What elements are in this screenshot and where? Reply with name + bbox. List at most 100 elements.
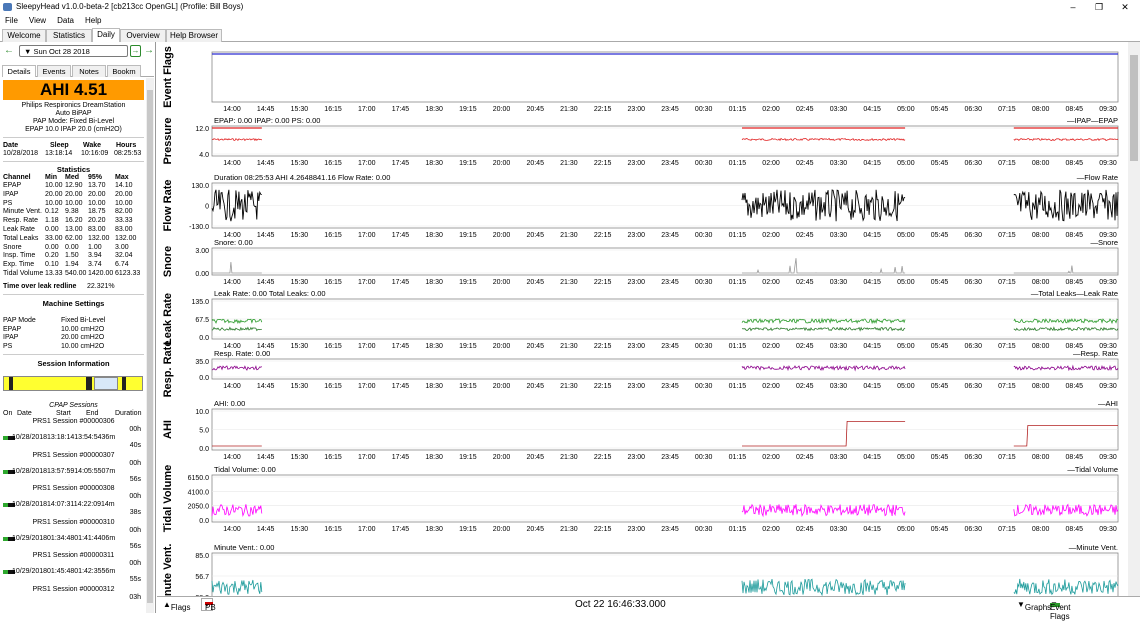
x-tick-label: 00:30 <box>695 526 713 533</box>
graph-title-7: Tidal Volume: 0.00 <box>214 465 276 474</box>
x-tick-label: 16:15 <box>324 383 342 390</box>
x-tick-label: 08:00 <box>1032 383 1050 390</box>
x-tick-label: 06:30 <box>964 106 982 113</box>
sidebar-scrollbar[interactable] <box>146 78 154 613</box>
x-tick-label: 08:00 <box>1032 279 1050 286</box>
subtab-notes[interactable]: Notes <box>72 65 106 77</box>
graph-ytick-3: 3.00 <box>195 248 209 255</box>
menu-view[interactable]: View <box>29 16 46 25</box>
x-tick-label: 09:30 <box>1099 106 1117 113</box>
graph-ytick-8: 85.0 <box>195 553 209 560</box>
session-label[interactable]: PRS1 Session #00000308 <box>3 485 144 493</box>
x-tick-label: 08:00 <box>1032 454 1050 461</box>
x-tick-label: 17:45 <box>392 106 410 113</box>
x-tick-label: 04:15 <box>863 343 881 350</box>
sidebar-scroll-thumb[interactable] <box>147 90 153 603</box>
session-duration-hours: 00h <box>129 493 141 501</box>
session-timeline[interactable] <box>3 376 143 391</box>
tab-overview[interactable]: Overview <box>120 29 166 42</box>
sidebar: ← ▼ Sun Oct 28 2018 → → Details Events N… <box>0 42 156 613</box>
tab-statistics[interactable]: Statistics <box>46 29 92 42</box>
x-tick-label: 20:45 <box>526 232 544 239</box>
graph-ytick-4: 0.0 <box>199 335 209 342</box>
x-tick-label: 00:30 <box>695 343 713 350</box>
timeline-segment <box>122 377 126 390</box>
x-tick-label: 14:00 <box>223 383 241 390</box>
minimize-button[interactable]: – <box>1060 1 1086 13</box>
next-day-button[interactable]: → <box>130 45 141 57</box>
x-tick-label: 09:30 <box>1099 383 1117 390</box>
graph-legend-3: —Snore <box>1090 238 1118 247</box>
subtab-bookmarks[interactable]: Bookm <box>107 65 141 77</box>
x-tick-label: 03:30 <box>830 343 848 350</box>
graph-ytick-2: 0 <box>205 204 209 211</box>
graph-title-2: Duration 08:25:53 AHI 4.2648841.16 Flow … <box>214 173 390 182</box>
x-tick-label: 02:00 <box>762 383 780 390</box>
x-tick-label: 18:30 <box>425 343 443 350</box>
tab-welcome[interactable]: Welcome <box>2 29 46 42</box>
x-tick-label: 22:15 <box>594 106 612 113</box>
graph-title-8: Minute Vent.: 0.00 <box>214 543 274 552</box>
x-tick-label: 14:45 <box>257 454 275 461</box>
graph-ytick-4: 67.5 <box>195 317 209 324</box>
session-label[interactable]: PRS1 Session #00000312 <box>3 586 144 594</box>
menu-data[interactable]: Data <box>57 16 74 25</box>
x-tick-label: 05:00 <box>897 279 915 286</box>
event-flags-dropdown[interactable]: Event Flags ▼ <box>1050 600 1070 621</box>
x-tick-label: 22:15 <box>594 343 612 350</box>
x-tick-label: 21:30 <box>560 454 578 461</box>
graph-ylabel-6: AHI <box>162 420 174 439</box>
prev-day-icon[interactable]: ← <box>4 45 14 57</box>
graph-ylabel-4: Leak Rate <box>162 293 174 345</box>
x-tick-label: 02:00 <box>762 454 780 461</box>
pb-dropdown[interactable]: PB ▾ <box>201 598 216 612</box>
x-tick-label: 14:45 <box>257 232 275 239</box>
today-icon[interactable]: → <box>144 45 154 57</box>
x-tick-label: 15:30 <box>291 383 309 390</box>
tab-help-browser[interactable]: Help Browser <box>166 29 222 42</box>
x-tick-label: 02:45 <box>796 106 814 113</box>
session-label[interactable]: PRS1 Session #00000307 <box>3 452 144 460</box>
x-tick-label: 23:45 <box>661 279 679 286</box>
x-tick-label: 22:15 <box>594 232 612 239</box>
graph-frame-5 <box>211 358 1119 380</box>
cursor-datetime: Oct 22 16:46:33.000 <box>575 599 666 610</box>
date-picker[interactable]: ▼ Sun Oct 28 2018 <box>19 45 128 57</box>
session-label[interactable]: PRS1 Session #00000311 <box>3 552 144 560</box>
tab-daily[interactable]: Daily <box>92 28 120 42</box>
x-tick-label: 23:00 <box>628 383 646 390</box>
x-tick-label: 20:45 <box>526 160 544 167</box>
x-tick-label: 01:15 <box>729 106 747 113</box>
x-tick-label: 15:30 <box>291 232 309 239</box>
x-tick-label: 23:45 <box>661 526 679 533</box>
x-tick-label: 15:30 <box>291 279 309 286</box>
x-tick-label: 09:30 <box>1099 160 1117 167</box>
flags-toggle[interactable]: ▲ Flags <box>163 600 190 612</box>
x-tick-label: 05:00 <box>897 106 915 113</box>
graph-ytick-3: 0.00 <box>195 271 209 278</box>
x-tick-label: 23:45 <box>661 383 679 390</box>
x-tick-label: 07:15 <box>998 343 1016 350</box>
session-label[interactable]: PRS1 Session #00000310 <box>3 519 144 527</box>
session-times: 10/29/201801:34:4801:41:4406m <box>12 534 116 542</box>
session-label[interactable]: PRS1 Session #00000306 <box>3 418 144 426</box>
graph-ytick-6: 10.0 <box>195 409 209 416</box>
maximize-button[interactable]: ❐ <box>1086 1 1112 13</box>
x-tick-label: 00:30 <box>695 160 713 167</box>
date-value: Sun Oct 28 2018 <box>33 47 90 56</box>
x-tick-label: 23:45 <box>661 106 679 113</box>
session-duration-seconds: 38s <box>129 509 141 517</box>
subtab-details[interactable]: Details <box>2 65 36 77</box>
menu-file[interactable]: File <box>5 16 18 25</box>
graphs-dropdown[interactable]: ▼ Graphs <box>1017 600 1051 612</box>
timeline-segment <box>86 377 92 390</box>
graph-scroll-thumb[interactable] <box>1130 55 1138 161</box>
subtab-events[interactable]: Events <box>37 65 71 77</box>
x-tick-label: 16:15 <box>324 279 342 286</box>
graph-title-6: AHI: 0.00 <box>214 399 245 408</box>
graphs-canvas[interactable]: Event Flags 14:00 14:45 15:30 16:15 17:00 17:4… <box>157 42 1140 613</box>
close-button[interactable]: ✕ <box>1112 1 1138 13</box>
graph-ylabel-3: Snore <box>162 246 174 277</box>
graph-scrollbar[interactable] <box>1128 42 1140 597</box>
menu-help[interactable]: Help <box>85 16 101 25</box>
